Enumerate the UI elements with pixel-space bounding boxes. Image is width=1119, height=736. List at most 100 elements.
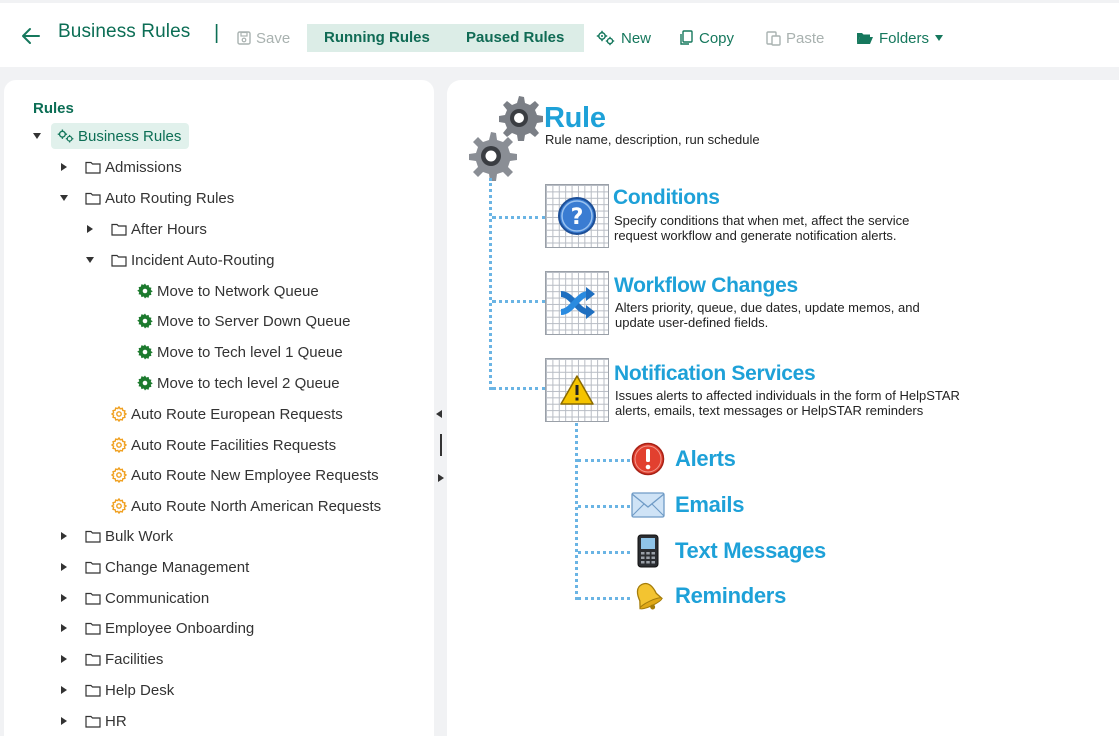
tree-node-label: Business Rules: [78, 127, 182, 145]
tree-node-rule[interactable]: Auto Route North American Requests: [110, 493, 402, 519]
connector-line: [575, 423, 578, 600]
new-button[interactable]: New: [596, 25, 651, 51]
tree-node-rule[interactable]: Auto Route European Requests: [110, 401, 402, 427]
emails-label: Emails: [675, 492, 745, 517]
caret-down-icon[interactable]: [31, 130, 43, 142]
tree-node-label: HR: [105, 712, 127, 730]
connector-line: [578, 459, 630, 462]
running-rules-tab[interactable]: Running Rules: [324, 29, 430, 46]
tree-node-hr[interactable]: HR: [84, 708, 127, 734]
tree-node-communication[interactable]: Communication: [84, 585, 209, 611]
notification-description-line2: alerts, emails, text messages or HelpSTA…: [615, 403, 924, 418]
tree-node-label: Facilities: [105, 650, 164, 668]
tree-node-rule[interactable]: Move to Server Down Queue: [136, 308, 350, 334]
tree-node-after-hours[interactable]: After Hours: [110, 216, 207, 242]
title-separator: |: [214, 22, 220, 44]
tree-node-business-rules[interactable]: Business Rules: [51, 123, 190, 149]
tree-node-label: Auto Route North American Requests: [131, 497, 382, 515]
paste-button[interactable]: Paste: [766, 25, 824, 51]
notification-description-line1: Issues alerts to affected individuals in…: [615, 388, 960, 403]
tree-node-change-management[interactable]: Change Management: [84, 554, 249, 580]
paused-rules-tab[interactable]: Paused Rules: [466, 29, 564, 46]
copy-button[interactable]: Copy: [679, 25, 734, 51]
folder-icon: [84, 681, 102, 699]
tree-node-employee-onboarding[interactable]: Employee Onboarding: [84, 615, 254, 641]
warning-icon: [560, 375, 594, 405]
tree-node-rule[interactable]: Move to Tech level 1 Queue: [136, 339, 343, 365]
save-button[interactable]: Save: [237, 25, 290, 51]
tree-node-label: Move to Server Down Queue: [157, 312, 351, 330]
caret-right-icon[interactable]: [58, 653, 70, 665]
rule-state-toggle: Running Rules Paused Rules: [307, 24, 584, 52]
tree-node-label: After Hours: [131, 220, 207, 238]
connector-line: [578, 597, 630, 600]
tree-node-label: Auto Route Facilities Requests: [131, 436, 337, 454]
conditions-tile: ?: [545, 184, 609, 248]
svg-text:?: ?: [571, 205, 584, 230]
gear-outline-icon: [110, 466, 128, 484]
caret-right-icon[interactable]: [84, 223, 96, 235]
caret-right-icon[interactable]: [58, 622, 70, 634]
scrollbar-thumb[interactable]: [440, 434, 442, 456]
connector-line: [492, 387, 546, 390]
tree-node-label: Admissions: [105, 158, 182, 176]
folder-icon: [84, 589, 102, 607]
arrow-left-icon: [22, 28, 40, 44]
tree-node-admissions[interactable]: Admissions: [84, 154, 182, 180]
tree-node-label: Move to Tech level 1 Queue: [157, 343, 343, 361]
tree-node-rule[interactable]: Auto Route New Employee Requests: [110, 462, 402, 488]
caret-down-icon[interactable]: [84, 254, 96, 266]
tree-node-auto-routing-rules[interactable]: Auto Routing Rules: [84, 185, 234, 211]
tree-node-label: Move to tech level 2 Queue: [157, 374, 340, 392]
caret-right-icon[interactable]: [58, 530, 70, 542]
paste-label: Paste: [786, 29, 825, 47]
gear-icon: [136, 343, 154, 361]
folder-icon: [84, 189, 102, 207]
caret-right-icon[interactable]: [58, 715, 70, 727]
rule-description: Rule name, description, run schedule: [545, 132, 760, 147]
caret-down-icon[interactable]: [58, 192, 70, 204]
workflow-description-line1: Alters priority, queue, due dates, updat…: [615, 300, 920, 315]
scroll-left-icon[interactable]: [434, 409, 444, 419]
folder-icon: [84, 158, 102, 176]
new-label: New: [621, 29, 652, 47]
connector-line: [578, 505, 630, 508]
tree-node-rule[interactable]: Move to Network Queue: [136, 278, 319, 304]
tree-node-incident-auto-routing[interactable]: Incident Auto-Routing: [110, 247, 274, 273]
rules-tree-panel: Rules Business Rules Admissions Auto Rou…: [4, 80, 434, 736]
copy-icon: [680, 30, 693, 45]
tree-node-label: Bulk Work: [105, 527, 174, 545]
folder-icon: [110, 220, 128, 238]
rule-title: Rule: [544, 102, 606, 134]
tree-node-rule[interactable]: Auto Route Facilities Requests: [110, 432, 402, 458]
back-button[interactable]: [18, 23, 44, 49]
tree-node-bulk-work[interactable]: Bulk Work: [84, 523, 173, 549]
workflow-tile: [545, 271, 609, 335]
gear-outline-icon: [110, 497, 128, 515]
alert-icon: [631, 442, 665, 476]
scroll-right-icon[interactable]: [436, 473, 446, 483]
connector-line: [492, 216, 546, 219]
folder-icon: [110, 251, 128, 269]
copy-label: Copy: [699, 29, 735, 47]
caret-right-icon[interactable]: [58, 561, 70, 573]
caret-right-icon[interactable]: [58, 161, 70, 173]
caret-right-icon[interactable]: [58, 592, 70, 604]
notification-tile: [545, 358, 609, 422]
folders-label: Folders: [879, 29, 930, 47]
tree-node-help-desk[interactable]: Help Desk: [84, 677, 174, 703]
envelope-icon: [631, 488, 665, 522]
tree-node-label: Move to Network Queue: [157, 282, 319, 300]
tree-node-label: Auto Route New Employee Requests: [131, 466, 379, 484]
folders-dropdown[interactable]: Folders: [856, 25, 944, 51]
conditions-title: Conditions: [613, 186, 720, 209]
tree-node-rule[interactable]: Move to tech level 2 Queue: [136, 370, 340, 396]
caret-right-icon[interactable]: [58, 684, 70, 696]
question-icon: ?: [558, 197, 596, 235]
mobile-phone-icon: [631, 534, 665, 568]
gear-outline-icon: [110, 405, 128, 423]
alerts-label: Alerts: [675, 446, 736, 471]
tree-node-facilities[interactable]: Facilities: [84, 646, 163, 672]
save-label: Save: [256, 29, 291, 47]
tree-node-label: Auto Routing Rules: [105, 189, 235, 207]
